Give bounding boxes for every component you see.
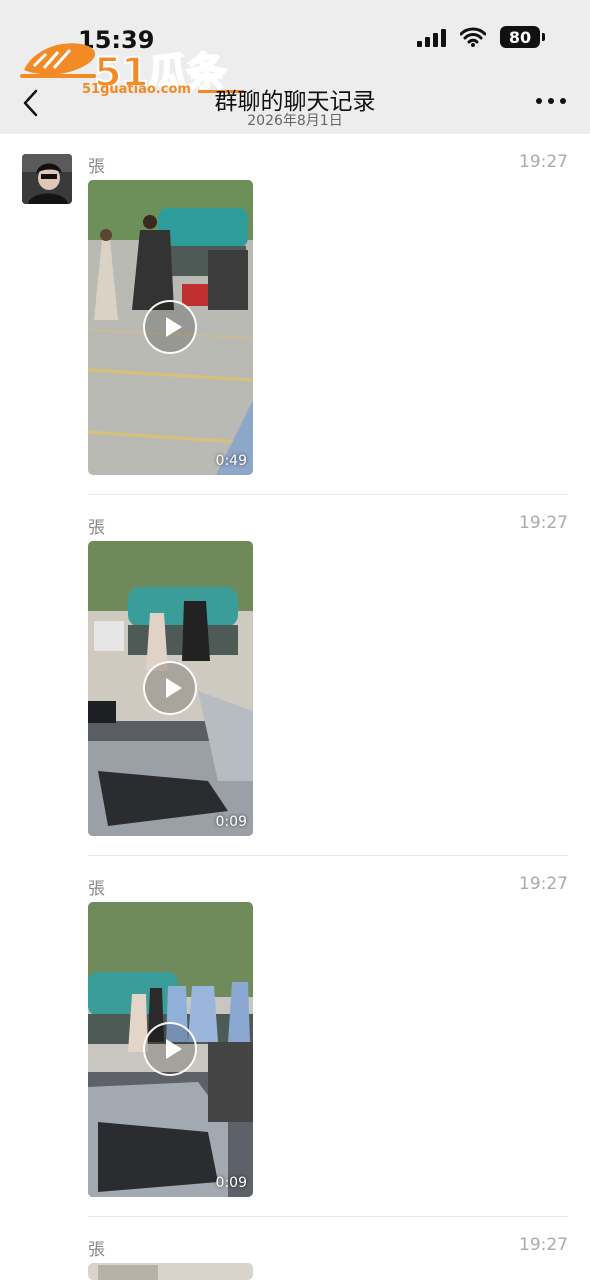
sender-name: 張 <box>88 518 105 538</box>
chat-message: 張 19:27 0:09 <box>88 874 568 1217</box>
chat-message: 張 19:27 0:09 <box>88 513 568 856</box>
play-icon[interactable] <box>143 300 197 354</box>
status-icons: 80 <box>417 26 545 48</box>
video-duration: 0:49 <box>215 453 247 469</box>
divider <box>88 855 568 856</box>
battery-icon: 80 <box>500 26 545 48</box>
message-time: 19:27 <box>519 874 568 894</box>
page-subtitle-date: 2026年8月1日 <box>247 113 343 129</box>
sender-name: 張 <box>88 1240 105 1260</box>
video-duration: 0:09 <box>215 1175 247 1191</box>
video-thumbnail[interactable]: 0:49 <box>88 180 253 475</box>
chat-message: 張 19:27 0:49 <box>88 152 568 495</box>
divider <box>88 1216 568 1217</box>
message-time: 19:27 <box>519 1235 568 1255</box>
message-time: 19:27 <box>519 152 568 172</box>
chat-message: 張 19:27 <box>88 1235 568 1280</box>
play-icon[interactable] <box>143 1022 197 1076</box>
top-bar: 15:39 80 51瓜条 51guatiao.com 群聊的聊天记录 2026… <box>0 0 590 134</box>
play-icon[interactable] <box>143 661 197 715</box>
divider <box>88 494 568 495</box>
video-thumbnail[interactable]: 0:09 <box>88 541 253 836</box>
video-thumbnail[interactable] <box>88 1263 253 1280</box>
more-dots-icon[interactable] <box>536 98 566 104</box>
sender-name: 張 <box>88 157 105 177</box>
sender-name: 張 <box>88 879 105 899</box>
watermark-fish-icon <box>20 43 96 78</box>
wifi-icon <box>460 27 486 47</box>
avatar[interactable] <box>22 154 72 204</box>
video-duration: 0:09 <box>215 814 247 830</box>
video-thumbnail[interactable]: 0:09 <box>88 902 253 1197</box>
cellular-signal-icon <box>417 27 446 47</box>
message-time: 19:27 <box>519 513 568 533</box>
